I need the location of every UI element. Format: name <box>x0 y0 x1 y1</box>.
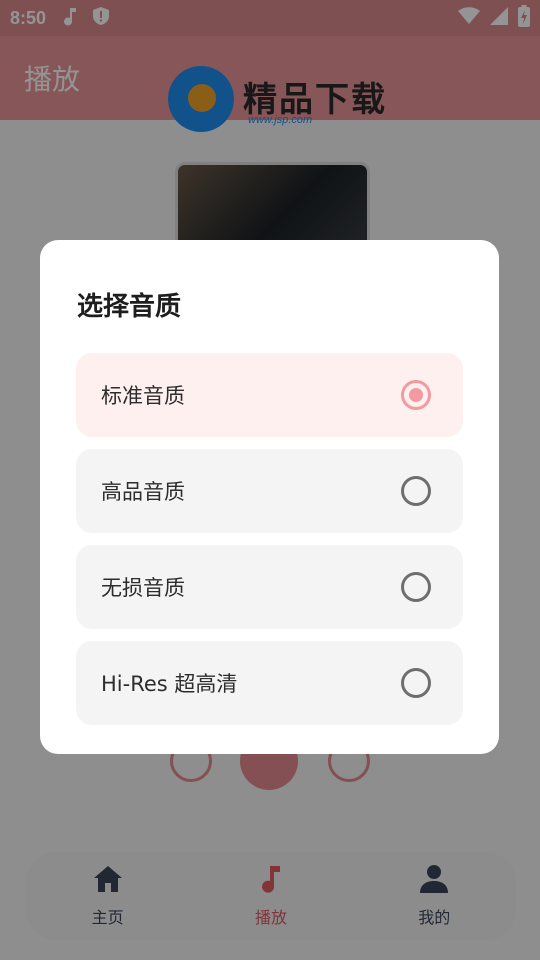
option-standard-quality[interactable]: 标准音质 <box>76 353 463 437</box>
audio-quality-dialog: 选择音质 标准音质 高品音质 无损音质 Hi-Res 超高清 <box>40 240 499 754</box>
option-hires-quality[interactable]: Hi-Res 超高清 <box>76 641 463 725</box>
dialog-title: 选择音质 <box>77 292 182 322</box>
radio-dot <box>409 388 423 402</box>
option-lossless-quality[interactable]: 无损音质 <box>76 545 463 629</box>
radio-selected-icon[interactable] <box>401 380 431 410</box>
option-high-quality[interactable]: 高品音质 <box>76 449 463 533</box>
option-label: 标准音质 <box>101 384 185 408</box>
radio-unselected-icon[interactable] <box>401 572 431 602</box>
option-label: Hi-Res 超高清 <box>101 672 238 696</box>
radio-unselected-icon[interactable] <box>401 668 431 698</box>
option-label: 高品音质 <box>101 480 185 504</box>
radio-unselected-icon[interactable] <box>401 476 431 506</box>
option-label: 无损音质 <box>101 576 185 600</box>
